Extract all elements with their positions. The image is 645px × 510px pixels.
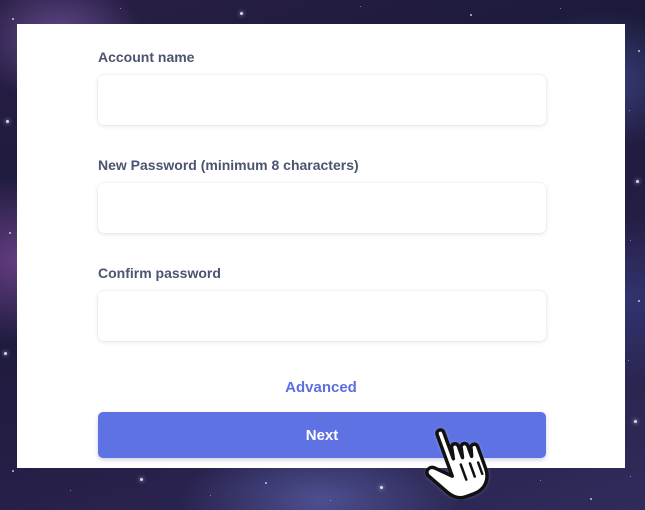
new-password-label: New Password (minimum 8 characters) [98, 157, 359, 173]
confirm-password-label: Confirm password [98, 265, 221, 281]
hand-pointer-icon [425, 428, 489, 500]
confirm-password-input[interactable] [98, 291, 546, 341]
new-password-input[interactable] [98, 183, 546, 233]
account-name-input[interactable] [98, 75, 546, 125]
advanced-link[interactable]: Advanced [17, 379, 625, 396]
account-setup-form: Account name New Password (minimum 8 cha… [17, 24, 625, 468]
account-name-label: Account name [98, 49, 195, 65]
